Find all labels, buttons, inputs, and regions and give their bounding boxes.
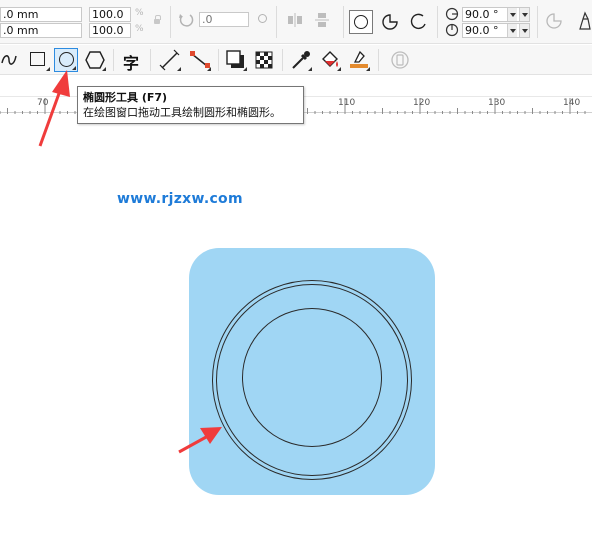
- outline-icon: [391, 51, 409, 69]
- start-angle-spin-up[interactable]: [507, 8, 517, 21]
- rotation-circle-icon: [258, 14, 267, 23]
- scale-x-unit: %: [135, 8, 144, 18]
- end-angle-value: 90.0 °: [465, 24, 499, 37]
- tooltip-title: 椭圆形工具 (F7): [83, 91, 168, 104]
- text-tool[interactable]: 字: [120, 48, 144, 73]
- outline-width-tool[interactable]: [388, 48, 412, 72]
- mirror-vertical-icon[interactable]: [315, 12, 329, 31]
- ellipse-mode-button[interactable]: [349, 10, 373, 34]
- ellipse-tool[interactable]: [54, 48, 78, 72]
- rotate-icon: [178, 12, 194, 31]
- end-angle-icon: [445, 23, 459, 40]
- checkerboard-icon: [255, 51, 273, 69]
- smart-fill-tool[interactable]: [347, 48, 371, 72]
- tooltip-description: 在绘图窗口拖动工具绘制圆形和椭圆形。: [83, 106, 281, 119]
- tool-tooltip: 椭圆形工具 (F7) 在绘图窗口拖动工具绘制圆形和椭圆形。: [77, 86, 304, 124]
- scale-y-field[interactable]: 100.0: [89, 23, 131, 38]
- property-bar: .0 mm .0 mm 100.0 % 100.0 % .0 90.0 ° 90…: [0, 0, 592, 44]
- start-angle-field[interactable]: 90.0 °: [462, 7, 530, 22]
- end-angle-field[interactable]: 90.0 °: [462, 23, 530, 38]
- interactive-fill-tool[interactable]: [318, 48, 342, 72]
- scale-y-unit: %: [135, 24, 144, 34]
- position-y-field[interactable]: .0 mm: [0, 23, 82, 38]
- polygon-tool[interactable]: [83, 48, 107, 72]
- start-angle-spin-down[interactable]: [519, 8, 529, 21]
- pie-icon: [382, 14, 398, 30]
- inner-circle-shape[interactable]: [242, 308, 382, 447]
- arc-direction-icon[interactable]: [546, 13, 562, 32]
- start-angle-value: 90.0 °: [465, 8, 499, 21]
- end-angle-spin-down[interactable]: [519, 24, 529, 37]
- rotation-field[interactable]: .0: [199, 12, 249, 27]
- ruler-label-140: 140: [563, 98, 581, 108]
- freehand-tool[interactable]: [0, 48, 24, 72]
- text-tool-icon: 字: [123, 54, 140, 73]
- watermark: www.rjzxw.com: [117, 191, 243, 207]
- freehand-icon: [1, 55, 17, 65]
- connector-tool[interactable]: [188, 48, 212, 72]
- ruler-label-120: 120: [413, 98, 431, 108]
- ruler-label-110: 110: [338, 98, 356, 108]
- outline-pen-icon[interactable]: [578, 11, 592, 34]
- eyedropper-tool[interactable]: [289, 48, 313, 72]
- arc-mode-button[interactable]: [406, 10, 430, 34]
- pie-mode-button[interactable]: [378, 10, 402, 34]
- toolbox: 字: [0, 45, 592, 75]
- ellipse-icon: [59, 52, 74, 67]
- start-angle-icon: [445, 7, 459, 24]
- dimension-tool[interactable]: [158, 48, 182, 72]
- end-angle-spin-up[interactable]: [507, 24, 517, 37]
- lock-ratio-icon[interactable]: [154, 15, 161, 24]
- ruler-label-130: 130: [488, 98, 506, 108]
- rectangle-tool[interactable]: [27, 48, 51, 72]
- scale-x-field[interactable]: 100.0: [89, 7, 131, 22]
- drop-shadow-tool[interactable]: [224, 48, 248, 72]
- mirror-horizontal-icon[interactable]: [287, 13, 303, 30]
- position-x-field[interactable]: .0 mm: [0, 7, 82, 22]
- transparency-tool[interactable]: [252, 48, 276, 72]
- rectangle-icon: [30, 52, 45, 66]
- arc-icon: [410, 13, 426, 30]
- ruler-label-70: 70: [37, 98, 49, 108]
- full-ellipse-icon: [354, 15, 368, 29]
